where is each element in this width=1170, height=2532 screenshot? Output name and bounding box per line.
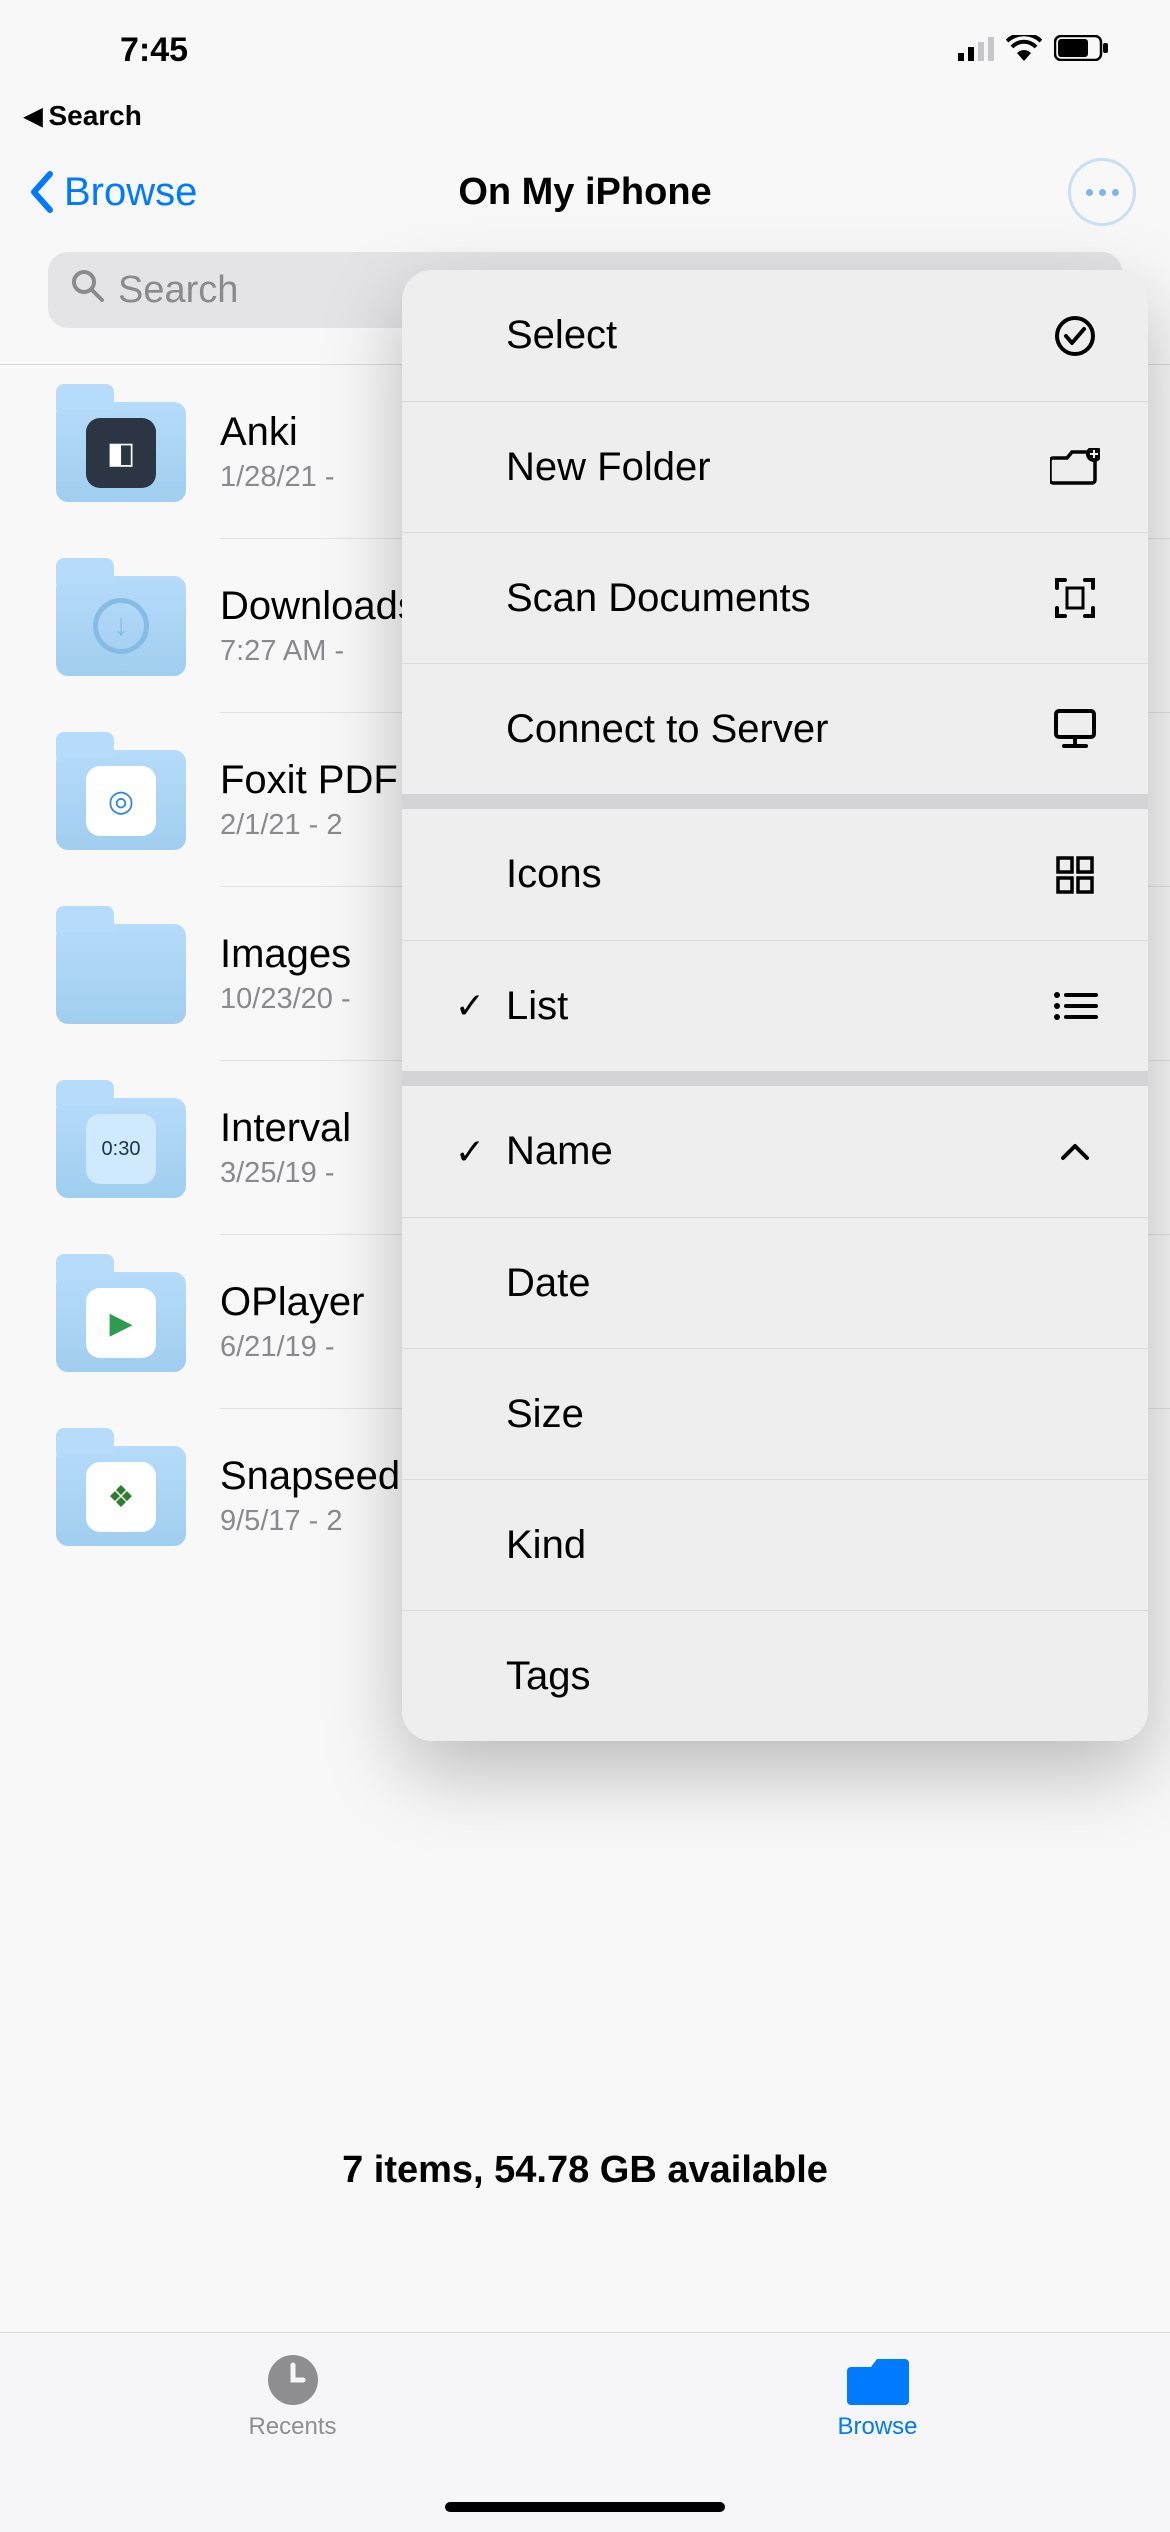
storage-summary: 7 items, 54.78 GB available bbox=[0, 2149, 1170, 2192]
back-triangle-icon: ◀ bbox=[24, 102, 42, 131]
menu-sort-tags[interactable]: Tags bbox=[402, 1610, 1148, 1741]
menu-sort-size[interactable]: Size bbox=[402, 1348, 1148, 1479]
clock-icon bbox=[262, 2355, 324, 2405]
back-to-previous-app[interactable]: ◀ Search bbox=[0, 100, 1170, 132]
nav-back-button[interactable]: Browse bbox=[28, 170, 197, 215]
menu-view-icons[interactable]: Icons bbox=[402, 809, 1148, 940]
menu-connect-server[interactable]: Connect to Server bbox=[402, 663, 1148, 794]
grid-icon bbox=[1050, 850, 1100, 900]
battery-icon bbox=[1054, 31, 1110, 70]
list-icon bbox=[1050, 981, 1100, 1031]
menu-scan-documents[interactable]: Scan Documents bbox=[402, 532, 1148, 663]
folder-icon bbox=[56, 924, 186, 1024]
folder-icon: 0:30 bbox=[56, 1098, 186, 1198]
folder-icon: ◎ bbox=[56, 750, 186, 850]
folder-icon: ↓ bbox=[56, 576, 186, 676]
nav-back-label: Browse bbox=[64, 170, 197, 215]
server-icon bbox=[1050, 704, 1100, 754]
folder-icon: ◧ bbox=[56, 402, 186, 502]
folder-icon bbox=[847, 2355, 909, 2405]
context-menu: Select New Folder Scan Documents Connect… bbox=[402, 270, 1148, 1741]
chevron-left-icon bbox=[28, 170, 54, 214]
folder-icon: ▶ bbox=[56, 1272, 186, 1372]
wifi-icon bbox=[1006, 31, 1042, 70]
menu-view-list[interactable]: ✓ List bbox=[402, 940, 1148, 1071]
checkmark-circle-icon bbox=[1050, 311, 1100, 361]
search-icon bbox=[70, 268, 104, 312]
menu-new-folder[interactable]: New Folder bbox=[402, 401, 1148, 532]
tab-browse-label: Browse bbox=[837, 2413, 917, 2441]
new-folder-icon bbox=[1050, 442, 1100, 492]
menu-sort-kind[interactable]: Kind bbox=[402, 1479, 1148, 1610]
back-to-previous-app-label: Search bbox=[48, 100, 141, 132]
status-bar: 7:45 bbox=[0, 0, 1170, 100]
status-indicators bbox=[958, 31, 1110, 70]
cellular-icon bbox=[958, 31, 994, 70]
scan-icon bbox=[1050, 573, 1100, 623]
menu-sort-name[interactable]: ✓ Name bbox=[402, 1086, 1148, 1217]
page-title: On My iPhone bbox=[458, 171, 711, 214]
nav-bar: Browse On My iPhone bbox=[0, 132, 1170, 252]
menu-sort-date[interactable]: Date bbox=[402, 1217, 1148, 1348]
checkmark-icon: ✓ bbox=[450, 985, 490, 1027]
checkmark-icon: ✓ bbox=[450, 1131, 490, 1173]
menu-select[interactable]: Select bbox=[402, 270, 1148, 401]
chevron-up-icon bbox=[1050, 1127, 1100, 1177]
folder-icon: ❖ bbox=[56, 1446, 186, 1546]
home-indicator[interactable] bbox=[445, 2502, 725, 2512]
ellipsis-icon bbox=[1086, 189, 1093, 196]
tab-recents-label: Recents bbox=[248, 2413, 336, 2441]
status-time: 7:45 bbox=[120, 31, 188, 70]
more-button[interactable] bbox=[1068, 158, 1136, 226]
